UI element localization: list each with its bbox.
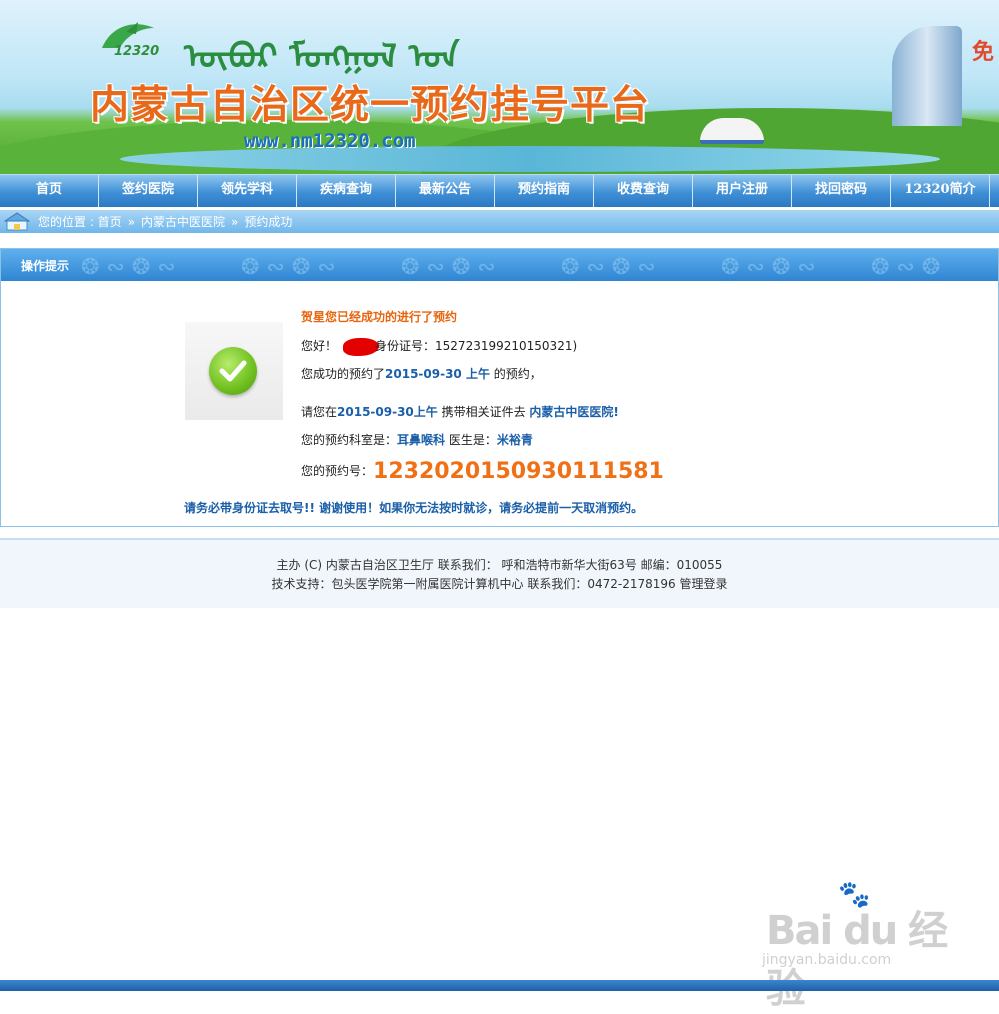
greeting-prefix: 您好！ <box>301 339 338 353</box>
number-line: 您的预约号：1232020150930111581 <box>301 459 664 484</box>
footer: 主办 (C) 内蒙古自治区卫生厅 联系我们： 呼和浩特市新华大街63号 邮编：0… <box>0 538 999 608</box>
yurt-image <box>700 118 764 144</box>
bring-hospital: 内蒙古中医医院! <box>529 405 619 419</box>
decorative-pattern-icon: ❂ ∾ ❂ ∾ <box>401 255 496 280</box>
nav-hospitals[interactable]: 签约医院 <box>99 175 198 207</box>
success-image <box>185 322 283 420</box>
bring-line: 请您在2015-09-30上午 携带相关证件去 内蒙古中医医院! <box>301 403 619 420</box>
dept-label: 您的预约科室是： <box>301 433 398 447</box>
number-label: 您的预约号： <box>301 464 374 478</box>
appointment-number: 1232020150930111581 <box>373 459 664 484</box>
doctor-value: 米裕青 <box>496 433 533 447</box>
congrats-message: 贺星您已经成功的进行了预约 <box>301 310 458 324</box>
home-icon <box>4 212 30 231</box>
banner-corner-text: 免 <box>972 40 995 65</box>
panel-title: 操作提示 <box>21 259 70 273</box>
footer-line-1: 主办 (C) 内蒙古自治区卫生厅 联系我们： 呼和浩特市新华大街63号 邮编：0… <box>276 558 723 572</box>
nav-disciplines[interactable]: 领先学科 <box>198 175 297 207</box>
doctor-label: 医生是： <box>445 433 497 447</box>
breadcrumb-separator: » <box>231 215 239 229</box>
main-nav: 首页 签约医院 领先学科 疾病查询 最新公告 预约指南 收费查询 用户注册 找回… <box>0 174 999 207</box>
booked-prefix: 您成功的预约了 <box>301 367 386 381</box>
dept-line: 您的预约科室是：耳鼻喉科 医生是：米裕青 <box>301 431 533 448</box>
mongolian-title: ᠦᠪᠦᠷ ᠮᠣᠩᠭᠣᠯ ᠤᠨ <box>184 37 460 77</box>
nav-recover-password[interactable]: 找回密码 <box>792 175 891 207</box>
bottom-bar <box>0 980 999 991</box>
nav-guide[interactable]: 预约指南 <box>495 175 594 207</box>
booked-date: 2015-09-30 上午 <box>385 367 490 381</box>
bring-date: 2015-09-30上午 <box>337 405 438 419</box>
breadcrumb-hospital[interactable]: 内蒙古中医医院 <box>141 215 225 229</box>
nav-register[interactable]: 用户注册 <box>693 175 792 207</box>
logo-text: 12320 <box>114 44 160 59</box>
decorative-pattern-icon: ❂ ∾ ❂ ∾ <box>561 255 656 280</box>
bring-mid: 携带相关证件去 <box>437 405 530 419</box>
baidu-watermark: 🐾 Bai du 经验 jingyan.baidu.com <box>760 878 960 1012</box>
footer-tech-support: 技术支持：包头医学院第一附属医院计算机中心 联系我们：0472-2178196 <box>271 577 680 591</box>
redacted-name <box>343 337 380 356</box>
success-check-icon <box>209 347 257 395</box>
nav-home[interactable]: 首页 <box>0 175 99 207</box>
watermark-url: jingyan.baidu.com <box>762 952 892 968</box>
booked-suffix: 的预约， <box>489 367 542 381</box>
banner-river <box>120 146 940 172</box>
nav-fees[interactable]: 收费查询 <box>594 175 693 207</box>
decorative-pattern-icon: ❂ ∾ ❂ <box>871 255 941 280</box>
breadcrumb: 您的位置 : 首页 » 内蒙古中医医院 » 预约成功 <box>0 210 999 233</box>
site-title: 内蒙古自治区统一预约挂号平台 <box>90 82 651 128</box>
id-number: 152723199210150321) <box>435 339 578 353</box>
id-label: 身份证号： <box>375 339 436 353</box>
bring-prefix: 请您在 <box>301 405 338 419</box>
hospital-building-image <box>892 26 962 126</box>
panel-header: ❂ ∾ ❂ ∾ ❂ ∾ ❂ ∾ ❂ ∾ ❂ ∾ ❂ ∾ ❂ ∾ ❂ ∾ ❂ ∾ … <box>1 249 998 281</box>
header-banner: 12320 ᠦᠪᠦᠷ ᠮᠣᠩᠭᠣᠯ ᠤᠨ 内蒙古自治区统一预约挂号平台 www.… <box>0 0 999 174</box>
admin-login-link[interactable]: 管理登录 <box>679 577 727 591</box>
booking-line: 您成功的预约了2015-09-30 上午 的预约， <box>301 365 542 382</box>
nav-about[interactable]: 12320简介 <box>891 175 990 207</box>
decorative-pattern-icon: ❂ ∾ ❂ ∾ <box>241 255 336 280</box>
result-panel: ❂ ∾ ❂ ∾ ❂ ∾ ❂ ∾ ❂ ∾ ❂ ∾ ❂ ∾ ❂ ∾ ❂ ∾ ❂ ∾ … <box>0 248 999 527</box>
site-url: www.nm12320.com <box>244 130 416 152</box>
dept-value: 耳鼻喉科 <box>397 433 446 447</box>
notice-message: 请务必带身份证去取号!! 谢谢使用！如果你无法按时就诊，请务必提前一天取消预约。 <box>184 501 644 515</box>
footer-line-2: 技术支持：包头医学院第一附属医院计算机中心 联系我们：0472-2178196 … <box>0 575 999 592</box>
decorative-pattern-icon: ❂ ∾ ❂ ∾ <box>81 255 176 280</box>
decorative-pattern-icon: ❂ ∾ ❂ ∾ <box>721 255 816 280</box>
breadcrumb-separator: » <box>127 215 136 229</box>
nav-announcements[interactable]: 最新公告 <box>396 175 495 207</box>
breadcrumb-home[interactable]: 您的位置 : 首页 <box>38 215 122 229</box>
nav-disease-search[interactable]: 疾病查询 <box>297 175 396 207</box>
breadcrumb-current: 预约成功 <box>244 215 293 229</box>
greeting-line: 您好！ 身份证号：152723199210150321) <box>301 337 577 356</box>
